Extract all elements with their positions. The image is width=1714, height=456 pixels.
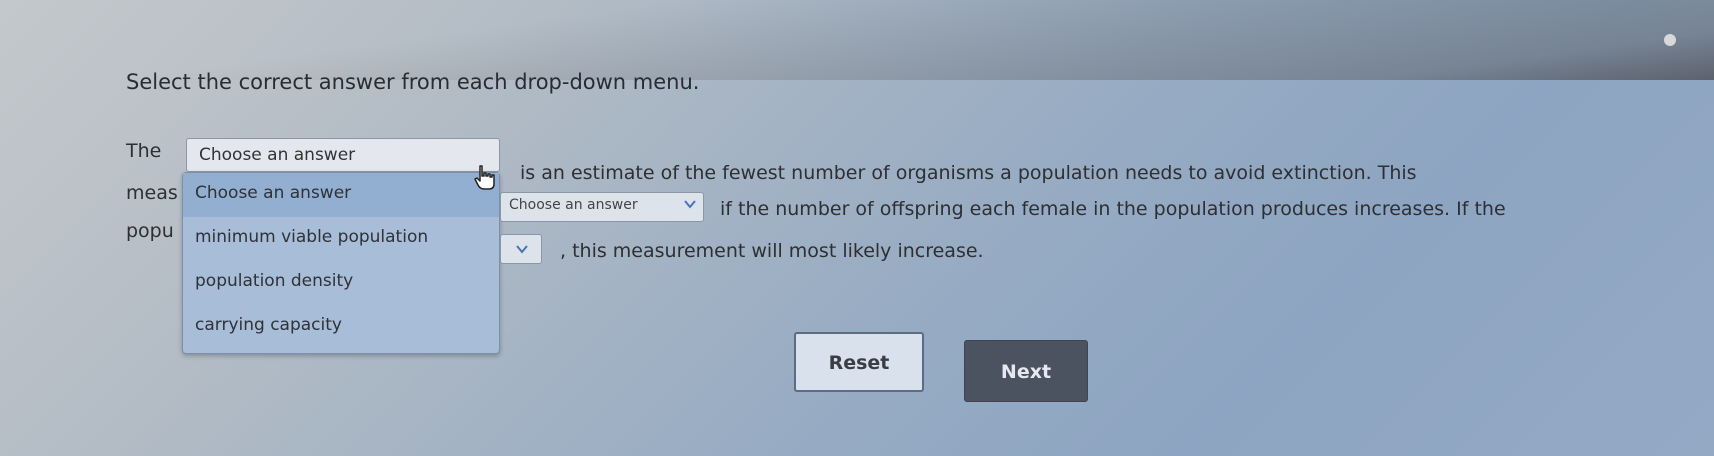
chevron-down-icon <box>516 245 528 254</box>
dropdown-1-select[interactable]: Choose an answer <box>186 138 500 172</box>
top-shadow-band <box>0 0 1714 80</box>
dropdown-option[interactable]: carrying capacity <box>183 305 499 349</box>
dropdown-option[interactable]: population density <box>183 261 499 305</box>
dropdown-3-select[interactable] <box>500 234 542 264</box>
chevron-down-icon <box>684 200 696 209</box>
dropdown-2-select[interactable]: Choose an answer <box>500 192 704 222</box>
instruction-text: Select the correct answer from each drop… <box>126 70 700 94</box>
dropdown-1-selected-value: Choose an answer <box>199 145 356 165</box>
passage-line2-start: meas <box>126 182 178 204</box>
dropdown-1-options-list[interactable]: Choose an answer minimum viable populati… <box>182 172 500 354</box>
dropdown-option[interactable]: minimum viable population <box>183 217 499 261</box>
passage-line1-start: The <box>126 140 162 162</box>
passage-line1-end: is an estimate of the fewest number of o… <box>520 162 1417 184</box>
dropdown-2-selected-value: Choose an answer <box>509 197 638 213</box>
passage-line3-end: , this measurement will most likely incr… <box>560 240 984 262</box>
reset-button[interactable]: Reset <box>794 332 924 392</box>
passage-line2-end: if the number of offspring each female i… <box>720 198 1506 220</box>
hand-pointer-icon <box>474 165 495 190</box>
dropdown-option[interactable]: Choose an answer <box>183 173 499 217</box>
indicator-dot <box>1664 34 1676 46</box>
passage-line3-start: popu <box>126 220 174 242</box>
next-button[interactable]: Next <box>964 340 1088 402</box>
